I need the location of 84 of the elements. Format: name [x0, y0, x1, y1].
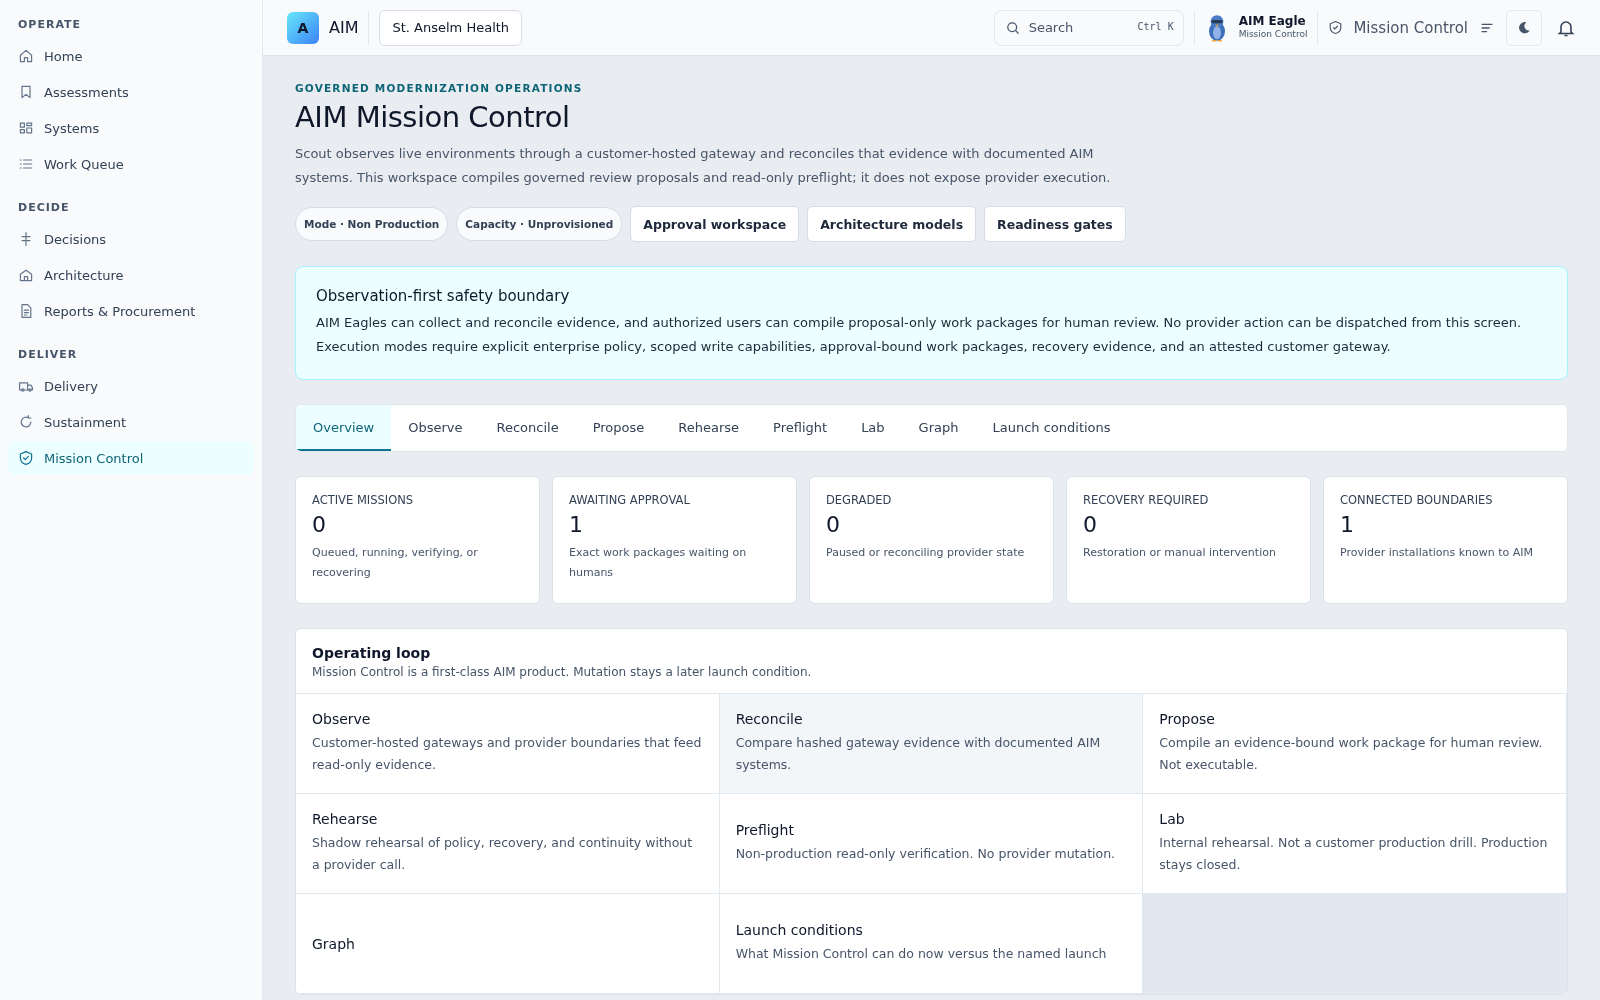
notice-text: AIM Eagles can collect and reconcile evidence, and authorized users can compile proposal-only work packages for human review. No provider action can be dispatched from this screen. Execution modes require explicit enterprise policy, scoped write capabilities, approval-bound work packages, recovery evidence, and an attested customer gateway. [316, 314, 1522, 356]
bookmark-icon [18, 84, 34, 100]
nav-item[interactable]: Work Queue [8, 147, 254, 181]
nav-item[interactable]: Sustainment [8, 405, 254, 439]
step-text: What Mission Control can do now versus the named launch [735, 945, 1108, 963]
step-text: Internal rehearsal. Not a customer production drill. Production stays closed. [1159, 834, 1549, 874]
stat-value: 0 [312, 512, 327, 537]
organization-button[interactable]: St. Anselm Health [379, 9, 523, 46]
notice-title: Observation-first safety boundary [316, 287, 571, 305]
tab[interactable]: Preflight [756, 405, 845, 451]
action-button[interactable]: Architecture models [807, 206, 977, 242]
step-title: Graph [312, 935, 356, 952]
stat-note: Provider installations known to AIM [1340, 545, 1535, 561]
split-icon [18, 231, 34, 247]
grid-icon [18, 120, 34, 136]
stat-value: 0 [826, 512, 841, 537]
nav-item[interactable]: Decisions [8, 222, 254, 256]
step-title: Launch conditions [735, 922, 864, 938]
stat-note: Exact work packages waiting on humans [569, 545, 748, 581]
tab[interactable]: Overview [296, 405, 392, 451]
step-title: Reconcile [735, 711, 804, 727]
moon-icon [1516, 19, 1532, 36]
step-text: Compile an evidence-bound work package for human review. Not executable. [1159, 734, 1544, 774]
step-text: Customer-hosted gateways and provider boundaries that feed read-only evidence. [312, 734, 703, 774]
nav-item[interactable]: Mission Control [8, 441, 254, 475]
stat-label: DEGRADED [826, 493, 893, 507]
logo-tile[interactable]: A [287, 11, 319, 44]
tab[interactable]: Observe [391, 405, 480, 451]
shortcut-hint: Ctrl K [1137, 20, 1174, 32]
stat-note: Queued, running, verifying, or recovering [312, 545, 479, 581]
cycle-icon [18, 414, 34, 430]
card-title: Operating loop [312, 645, 432, 661]
user-name: AIM Eagle [1238, 15, 1307, 30]
nav-item[interactable]: Architecture [8, 258, 254, 292]
workspace-title: Mission Control [1353, 18, 1468, 37]
section-heading: DELIVER [17, 347, 79, 363]
search-icon [1004, 19, 1021, 36]
status-chip: Capacity · Unprovisioned [456, 207, 623, 241]
theme-toggle-button[interactable] [1506, 9, 1542, 46]
tab[interactable]: Reconcile [479, 405, 576, 451]
brand-name: AIM [329, 18, 359, 37]
user-role: Mission Control [1238, 29, 1308, 40]
eyebrow-label: GOVERNED MODERNIZATION OPERATIONS [295, 82, 584, 94]
tab[interactable]: Propose [575, 405, 662, 451]
stat-label: RECOVERY REQUIRED [1083, 493, 1210, 507]
document-icon [18, 303, 34, 319]
tab[interactable]: Lab [844, 405, 902, 451]
step-text: Shadow rehearsal of policy, recovery, and continuity without a provider call. [312, 834, 694, 874]
stat-note: Restoration or manual intervention [1083, 545, 1277, 561]
step-title: Rehearse [312, 811, 379, 827]
nav-item[interactable]: Assessments [8, 75, 254, 109]
stat-value: 0 [1083, 512, 1098, 537]
nav-item[interactable]: Delivery [8, 369, 254, 403]
page-title: AIM Mission Control [295, 100, 571, 134]
step-title: Propose [1159, 711, 1216, 727]
stat-label: CONNECTED BOUNDARIES [1340, 493, 1494, 507]
shield-check-icon [1328, 20, 1344, 35]
step-text: Non-production read-only verification. No provider mutation. [735, 845, 1117, 863]
home-icon [18, 48, 34, 64]
nav-item[interactable]: Systems [8, 111, 254, 145]
list-icon [18, 156, 34, 172]
stat-value: 1 [1340, 512, 1355, 537]
tab[interactable]: Rehearse [661, 405, 757, 451]
section-heading: OPERATE [17, 17, 83, 33]
step-title: Observe [312, 711, 372, 727]
nav-item[interactable]: Home [8, 39, 254, 73]
step-title: Lab [1159, 811, 1186, 827]
building-icon [18, 267, 34, 283]
step-title: Preflight [735, 822, 795, 838]
stat-label: AWAITING APPROVAL [569, 493, 691, 507]
step-text: Compare hashed gateway evidence with documented AIM systems. [735, 734, 1102, 774]
action-button[interactable]: Readiness gates [984, 206, 1126, 242]
action-button[interactable]: Approval workspace [630, 206, 800, 242]
nav-item[interactable]: Reports & Procurement [8, 294, 254, 328]
shield-check-icon [18, 450, 34, 466]
section-heading: DECIDE [17, 200, 71, 216]
stat-value: 1 [569, 512, 584, 537]
card-subtitle: Mission Control is a first-class AIM product. Mutation stays a later launch condition. [312, 665, 813, 679]
stat-label: ACTIVE MISSIONS [312, 493, 415, 507]
tab[interactable]: Graph [901, 405, 976, 451]
page-description: Scout observes live environments through a customer-hosted gateway and reconciles that evidence with documented AIM systems. This workspace compiles governed review proposals and read-only preflight; it does not expose provider execution. [295, 145, 1112, 187]
status-chip: Mode · Non Production [295, 207, 449, 241]
stat-note: Paused or reconciling provider state [826, 545, 1026, 561]
tab[interactable]: Launch conditions [975, 405, 1128, 451]
